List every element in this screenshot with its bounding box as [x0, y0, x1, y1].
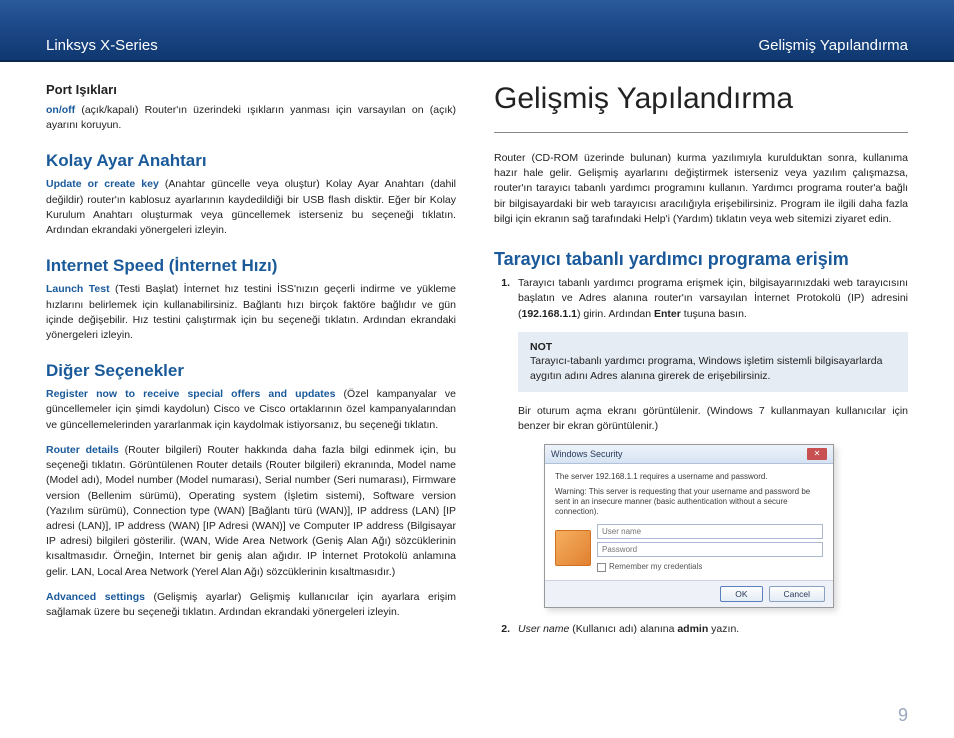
page-header: Linksys X-Series Gelişmiş Yapılandırma — [0, 0, 954, 62]
browser-access-heading: Tarayıcı tabanlı yardımcı programa erişi… — [494, 249, 908, 270]
remember-row[interactable]: Remember my credentials — [597, 562, 823, 572]
internet-speed-heading: Internet Speed (İnternet Hızı) — [46, 256, 456, 276]
steps-list-2: 2. User name (Kullanıcı adı) alanına adm… — [494, 622, 908, 637]
page-content: Port Işıkları on/off (açık/kapalı) Route… — [0, 62, 954, 647]
step-num-2: 2. — [494, 622, 518, 637]
windows-security-dialog: Windows Security ✕ The server 192.168.1.… — [544, 444, 834, 608]
port-lights-heading: Port Işıkları — [46, 82, 456, 97]
cancel-button[interactable]: Cancel — [769, 586, 825, 602]
easy-key-body: Update or create key (Anahtar güncelle v… — [46, 177, 456, 238]
onoff-label: on/off — [46, 104, 75, 116]
remember-label: Remember my credentials — [609, 562, 702, 572]
credentials-row: Remember my credentials — [555, 524, 823, 572]
intro-paragraph: Router (CD-ROM üzerinde bulunan) kurma y… — [494, 151, 908, 227]
ok-button[interactable]: OK — [720, 586, 762, 602]
dialog-titlebar: Windows Security ✕ — [545, 445, 833, 464]
page-title: Gelişmiş Yapılandırma — [494, 82, 908, 116]
step-1: 1. Tarayıcı tabanlı yardımcı programa er… — [494, 276, 908, 322]
note-label: NOT — [530, 340, 896, 355]
dialog-title: Windows Security — [551, 449, 623, 459]
page-number: 9 — [898, 705, 908, 726]
credential-fields: Remember my credentials — [597, 524, 823, 572]
update-key-label: Update or create key — [46, 178, 159, 190]
internet-speed-body: Launch Test (Testi Başlat) İnternet hız … — [46, 282, 456, 343]
steps-list: 1. Tarayıcı tabanlı yardımcı programa er… — [494, 276, 908, 322]
router-details-body: Router details (Router bilgileri) Router… — [46, 443, 456, 580]
register-body: Register now to receive special offers a… — [46, 387, 456, 433]
dialog-line1: The server 192.168.1.1 requires a userna… — [555, 472, 823, 482]
router-details-label: Router details — [46, 444, 119, 456]
note-body: Tarayıcı-tabanlı yardımcı programa, Wind… — [530, 355, 882, 382]
easy-key-heading: Kolay Ayar Anahtarı — [46, 151, 456, 171]
step-1-text: Tarayıcı tabanlı yardımcı programa erişm… — [518, 276, 908, 322]
advanced-settings-body: Advanced settings (Gelişmiş ayarlar) Gel… — [46, 590, 456, 620]
title-rule — [494, 132, 908, 133]
password-input[interactable] — [597, 542, 823, 557]
remember-checkbox[interactable] — [597, 563, 606, 572]
other-options-heading: Diğer Seçenekler — [46, 361, 456, 381]
note-box: NOT Tarayıcı-tabanlı yardımcı programa, … — [518, 332, 908, 392]
register-label: Register now to receive special offers a… — [46, 388, 335, 400]
after-note-text: Bir oturum açma ekranı görüntülenir. (Wi… — [518, 404, 908, 434]
dialog-body: The server 192.168.1.1 requires a userna… — [545, 464, 833, 580]
header-left: Linksys X-Series — [46, 37, 158, 54]
left-column: Port Işıkları on/off (açık/kapalı) Route… — [46, 82, 456, 647]
close-icon[interactable]: ✕ — [807, 448, 827, 460]
step-2-text: User name (Kullanıcı adı) alanına admin … — [518, 622, 908, 637]
port-lights-body: on/off (açık/kapalı) Router'ın üzerindek… — [46, 103, 456, 133]
step-2: 2. User name (Kullanıcı adı) alanına adm… — [494, 622, 908, 637]
launch-test-label: Launch Test — [46, 283, 110, 295]
step-num-1: 1. — [494, 276, 518, 322]
user-icon — [555, 530, 591, 566]
username-input[interactable] — [597, 524, 823, 539]
right-column: Gelişmiş Yapılandırma Router (CD-ROM üze… — [494, 82, 908, 647]
dialog-warning: Warning: This server is requesting that … — [555, 487, 823, 518]
header-right: Gelişmiş Yapılandırma — [758, 37, 908, 54]
advanced-settings-label: Advanced settings — [46, 591, 145, 603]
dialog-buttons: OK Cancel — [545, 580, 833, 607]
